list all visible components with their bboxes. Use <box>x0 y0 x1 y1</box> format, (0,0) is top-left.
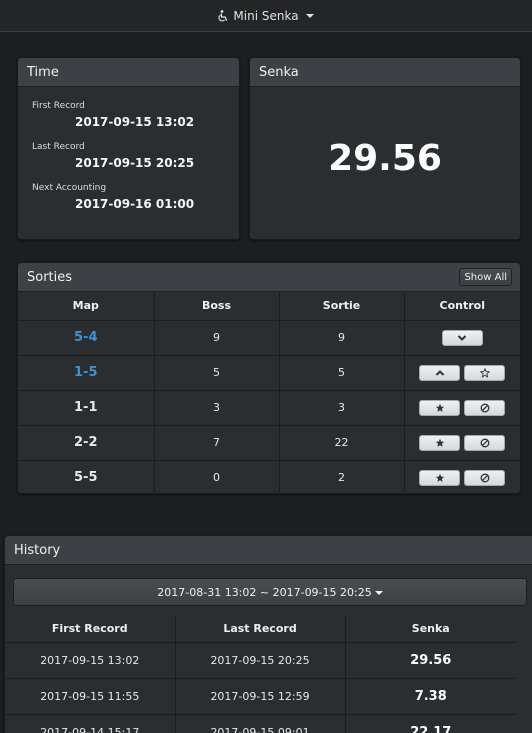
caret-down-icon <box>305 14 314 18</box>
unstar-button[interactable] <box>464 364 506 381</box>
table-row[interactable]: 2017-09-15 13:02 2017-09-15 20:25 29.56 <box>5 641 516 678</box>
sortie-cell: 2 <box>279 459 405 495</box>
senka-cell: 7.38 <box>345 677 516 714</box>
boss-cell: 0 <box>154 459 280 495</box>
map-cell: 1-1 <box>18 389 155 425</box>
time-heading: Time <box>27 64 59 80</box>
last-record-cell: 2017-09-15 12:59 <box>175 677 346 714</box>
star-icon <box>435 473 444 482</box>
nav-title: Mini Senka <box>233 8 299 23</box>
col-senka: Senka <box>345 616 516 643</box>
map-cell: 2-2 <box>18 424 155 460</box>
boss-cell[interactable]: 9 <box>154 319 280 355</box>
date-range-dropdown[interactable]: 2017-08-31 13:02 ~ 2017-09-15 20:25 <box>13 578 527 606</box>
wheelchair-icon <box>218 9 229 22</box>
date-range-label: 2017-08-31 13:02 ~ 2017-09-15 20:25 <box>157 585 372 599</box>
sorties-heading: Sorties <box>27 269 73 285</box>
col-control: Control <box>404 292 520 321</box>
last-record-value: 2017-09-15 20:25 <box>75 156 195 170</box>
map-cell: 5-5 <box>18 459 155 495</box>
star-button[interactable] <box>419 469 461 486</box>
table-row: 5-4 9 9 <box>18 319 520 355</box>
sortie-cell[interactable]: 5 <box>279 354 405 390</box>
col-boss: Boss <box>154 292 280 321</box>
time-panel: Time First Record 2017-09-15 13:02 Last … <box>17 57 240 240</box>
time-panel-heading: Time <box>18 58 239 87</box>
last-record-cell: 2017-09-15 20:25 <box>175 641 346 678</box>
table-header-row: Map Boss Sortie Control <box>18 292 520 321</box>
hide-button[interactable] <box>464 434 506 451</box>
senka-cell: 29.56 <box>345 641 516 678</box>
hide-button[interactable] <box>464 399 506 416</box>
star-icon <box>435 438 444 447</box>
sorties-table: Map Boss Sortie Control 5-4 9 9 1-5 5 5 … <box>18 292 520 495</box>
table-row: 1-1 3 3 <box>18 389 520 425</box>
chevron-down-icon <box>458 334 467 341</box>
senka-heading: Senka <box>259 64 299 80</box>
senka-panel-heading: Senka <box>250 58 520 87</box>
ban-icon <box>480 403 490 412</box>
table-row: 2-2 7 22 <box>18 424 520 460</box>
top-navbar: Mini Senka <box>0 0 532 32</box>
control-cell <box>404 389 520 425</box>
col-first-record: First Record <box>5 616 176 643</box>
table-row[interactable]: 2017-09-15 11:55 2017-09-15 12:59 7.38 <box>5 677 516 714</box>
boss-cell[interactable]: 5 <box>154 354 280 390</box>
control-cell <box>404 354 520 390</box>
star-outline-icon <box>479 367 490 378</box>
control-cell <box>404 319 520 355</box>
first-record-value: 2017-09-15 13:02 <box>75 115 195 129</box>
map-cell[interactable]: 1-5 <box>18 354 155 390</box>
boss-cell: 3 <box>154 389 280 425</box>
table-header-row: First Record Last Record Senka <box>5 616 516 643</box>
sortie-cell: 22 <box>279 424 405 460</box>
first-record-cell: 2017-09-15 11:55 <box>5 677 176 714</box>
table-row: 5-5 0 2 <box>18 459 520 495</box>
first-record-cell: 2017-09-15 13:02 <box>5 641 176 678</box>
hide-button[interactable] <box>464 469 506 486</box>
history-panel-heading: History <box>5 536 532 565</box>
next-accounting-label: Next Accounting <box>32 183 107 193</box>
control-cell <box>404 459 520 495</box>
move-down-button[interactable] <box>441 329 483 346</box>
map-cell[interactable]: 5-4 <box>18 319 155 355</box>
caret-down-icon <box>374 590 383 595</box>
star-button[interactable] <box>419 434 461 451</box>
senka-panel: Senka 29.56 <box>249 57 521 240</box>
history-table: First Record Last Record Senka 2017-09-1… <box>5 616 516 733</box>
sorties-panel-heading: Sorties Show All <box>18 263 520 292</box>
ban-icon <box>480 438 490 447</box>
chevron-up-icon <box>435 369 444 376</box>
last-record-label: Last Record <box>32 142 85 152</box>
table-row: 1-5 5 5 <box>18 354 520 390</box>
boss-cell: 7 <box>154 424 280 460</box>
show-all-button[interactable]: Show All <box>459 268 512 286</box>
col-sortie: Sortie <box>279 292 405 321</box>
star-button[interactable] <box>419 399 461 416</box>
sortie-cell: 3 <box>279 389 405 425</box>
col-map: Map <box>18 292 155 321</box>
senka-cell: 22.17 <box>345 713 516 733</box>
move-up-button[interactable] <box>419 364 461 381</box>
mini-senka-dropdown[interactable]: Mini Senka <box>218 8 314 23</box>
col-last-record: Last Record <box>175 616 346 643</box>
sorties-panel: Sorties Show All Map Boss Sortie Control… <box>17 262 521 495</box>
history-heading: History <box>14 542 61 558</box>
next-accounting-value: 2017-09-16 01:00 <box>75 197 195 211</box>
star-icon <box>435 403 444 412</box>
control-cell <box>404 424 520 460</box>
first-record-cell: 2017-09-14 15:17 <box>5 713 176 733</box>
senka-value: 29.56 <box>328 138 442 179</box>
last-record-cell: 2017-09-15 09:01 <box>175 713 346 733</box>
history-panel: History 2017-08-31 13:02 ~ 2017-09-15 20… <box>4 535 532 733</box>
sortie-cell[interactable]: 9 <box>279 319 405 355</box>
first-record-label: First Record <box>32 101 85 111</box>
ban-icon <box>480 473 490 483</box>
table-row[interactable]: 2017-09-14 15:17 2017-09-15 09:01 22.17 <box>5 713 516 733</box>
